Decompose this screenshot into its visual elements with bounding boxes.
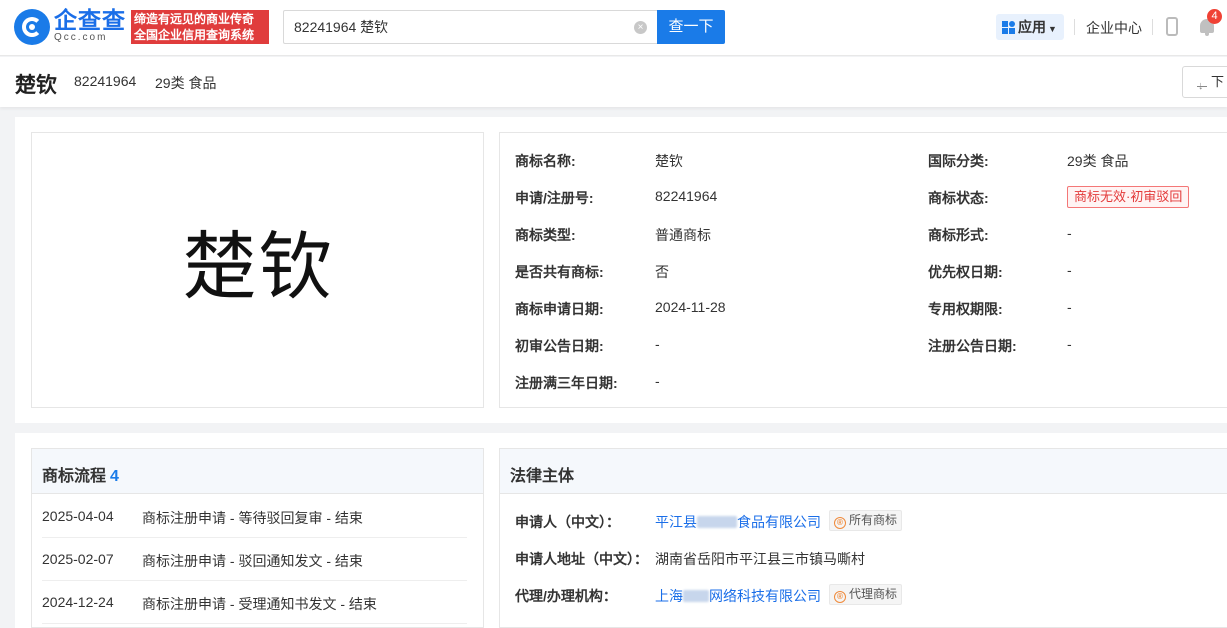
flow-desc: 商标注册申请 - 等待驳回复审 - 结束	[142, 510, 363, 526]
field-label: 专用权期限:	[928, 301, 1003, 317]
flow-item: 2025-02-07 商标注册申请 - 驳回通知发文 - 结束	[42, 538, 467, 581]
flow-date: 2025-02-07	[42, 551, 114, 567]
legal-title: 法律主体	[510, 468, 575, 485]
redacted-text	[697, 516, 737, 528]
trademark-image-panel: 楚钦	[31, 132, 484, 408]
field-label: 商标形式:	[928, 227, 989, 243]
search-box: ×	[283, 10, 657, 44]
trademark-flow-panel: 商标流程 4 2025-04-04 商标注册申请 - 等待驳回复审 - 结束 20…	[31, 448, 484, 628]
header-divider	[1152, 19, 1153, 35]
brand[interactable]: 企查查 Qcc.com	[54, 8, 126, 44]
field-label: 国际分类:	[928, 153, 989, 169]
flow-title-text: 商标流程	[42, 468, 107, 485]
field-label: 注册满三年日期:	[515, 375, 618, 391]
flow-count: 4	[110, 468, 119, 485]
slogan-banner: 缔造有远见的商业传奇 全国企业信用查询系统	[131, 10, 269, 44]
flow-desc: 商标注册申请 - 受理通知书发文 - 结束	[142, 596, 377, 612]
agent-link[interactable]: 上海 网络科技有限公司	[655, 586, 821, 606]
chevron-down-icon: ▼	[1048, 24, 1057, 34]
field-value: -	[1067, 299, 1072, 315]
apps-button[interactable]: 应用 ▼	[996, 14, 1064, 40]
enterprise-center-link[interactable]: 企业中心	[1086, 18, 1142, 38]
field-value: 普通商标	[655, 227, 711, 243]
flow-title: 商标流程 4	[42, 462, 119, 486]
qcc-logo-icon[interactable]	[14, 9, 50, 45]
field-label: 优先权日期:	[928, 264, 1003, 280]
trademark-image[interactable]: 楚钦	[32, 225, 485, 309]
address-value: 湖南省岳阳市平江县三市镇马嘶村	[655, 551, 865, 567]
field-value: -	[655, 373, 660, 389]
redacted-text	[683, 590, 709, 602]
applicant-suffix: 食品有限公司	[737, 514, 821, 530]
field-value: -	[655, 336, 660, 352]
field-value: 否	[655, 264, 669, 280]
slogan-line-2: 全国企业信用查询系统	[134, 28, 255, 42]
all-trademarks-label: 所有商标	[849, 513, 898, 527]
flow-item: 2024-12-24 商标注册申请 - 受理通知书发文 - 结束	[42, 581, 467, 624]
field-label: 申请/注册号:	[515, 190, 594, 206]
field-label: 是否共有商标:	[515, 264, 604, 280]
header-divider	[1074, 19, 1075, 35]
page-title: 楚钦	[15, 74, 57, 97]
download-button[interactable]: 下	[1182, 66, 1227, 101]
search-button[interactable]: 查一下	[657, 10, 725, 44]
flow-date: 2024-12-24	[42, 594, 114, 610]
field-value: 2024-11-28	[655, 299, 726, 315]
flow-desc: 商标注册申请 - 驳回通知发文 - 结束	[142, 553, 363, 569]
all-trademarks-tag[interactable]: ® 所有商标	[829, 510, 903, 531]
apps-grid-icon	[1002, 21, 1015, 34]
field-label: 注册公告日期:	[928, 338, 1017, 354]
agent-label: 代理/办理机构：	[515, 588, 617, 604]
trademark-title-bar: 楚钦 82241964 29类 食品 下	[0, 57, 1227, 107]
clear-search-icon[interactable]: ×	[634, 21, 647, 34]
flow-date: 2025-04-04	[42, 508, 114, 524]
brand-domain: Qcc.com	[54, 32, 108, 43]
mobile-phone-icon[interactable]	[1166, 17, 1178, 36]
applicant-prefix: 平江县	[655, 514, 697, 530]
agent-prefix: 上海	[655, 588, 683, 604]
field-label: 商标申请日期:	[515, 301, 604, 317]
brand-name: 企查查	[54, 7, 126, 33]
agent-trademarks-tag[interactable]: ® 代理商标	[829, 584, 903, 605]
notification-badge: 4	[1207, 9, 1222, 24]
field-label: 商标类型:	[515, 227, 576, 243]
apps-label: 应用	[1018, 19, 1046, 35]
field-label: 商标状态:	[928, 190, 989, 206]
field-value: 29类 食品	[1067, 153, 1129, 169]
download-icon	[1197, 71, 1207, 101]
field-label: 初审公告日期:	[515, 338, 604, 354]
field-value: -	[1067, 225, 1072, 241]
field-value: 82241964	[655, 188, 718, 204]
status-badge: 商标无效·初审驳回	[1067, 186, 1190, 208]
applicant-label: 申请人（中文）：	[515, 514, 620, 530]
flow-panel-header: 商标流程 4	[32, 449, 483, 494]
field-value: 楚钦	[655, 153, 683, 169]
title-class: 29类 食品	[155, 75, 217, 91]
applicant-link[interactable]: 平江县 食品有限公司	[655, 512, 821, 532]
legal-panel-header: 法律主体	[500, 449, 1227, 494]
search-input[interactable]	[284, 11, 614, 43]
address-label: 申请人地址（中文）：	[515, 551, 648, 567]
legal-entity-panel: 法律主体 申请人（中文）： 平江县 食品有限公司 ® 所有商标 申请人地址（中文）：…	[499, 448, 1227, 628]
trademark-r-icon: ®	[834, 517, 846, 529]
trademark-r-icon: ®	[834, 591, 846, 603]
flow-item: 2025-04-04 商标注册申请 - 等待驳回复审 - 结束	[42, 495, 467, 538]
field-value: -	[1067, 262, 1072, 278]
agent-trademarks-label: 代理商标	[849, 587, 898, 601]
download-label: 下	[1211, 74, 1225, 89]
field-value: -	[1067, 336, 1072, 352]
top-header: 企查查 Qcc.com 缔造有远见的商业传奇 全国企业信用查询系统 × 查一下 …	[0, 0, 1227, 56]
field-label: 商标名称:	[515, 153, 576, 169]
trademark-info-panel: 商标名称: 楚钦 申请/注册号: 82241964 商标类型: 普通商标 是否共…	[499, 132, 1227, 408]
title-reg-no: 82241964	[74, 73, 137, 89]
agent-suffix: 网络科技有限公司	[709, 588, 821, 604]
slogan-line-1: 缔造有远见的商业传奇	[134, 12, 255, 26]
